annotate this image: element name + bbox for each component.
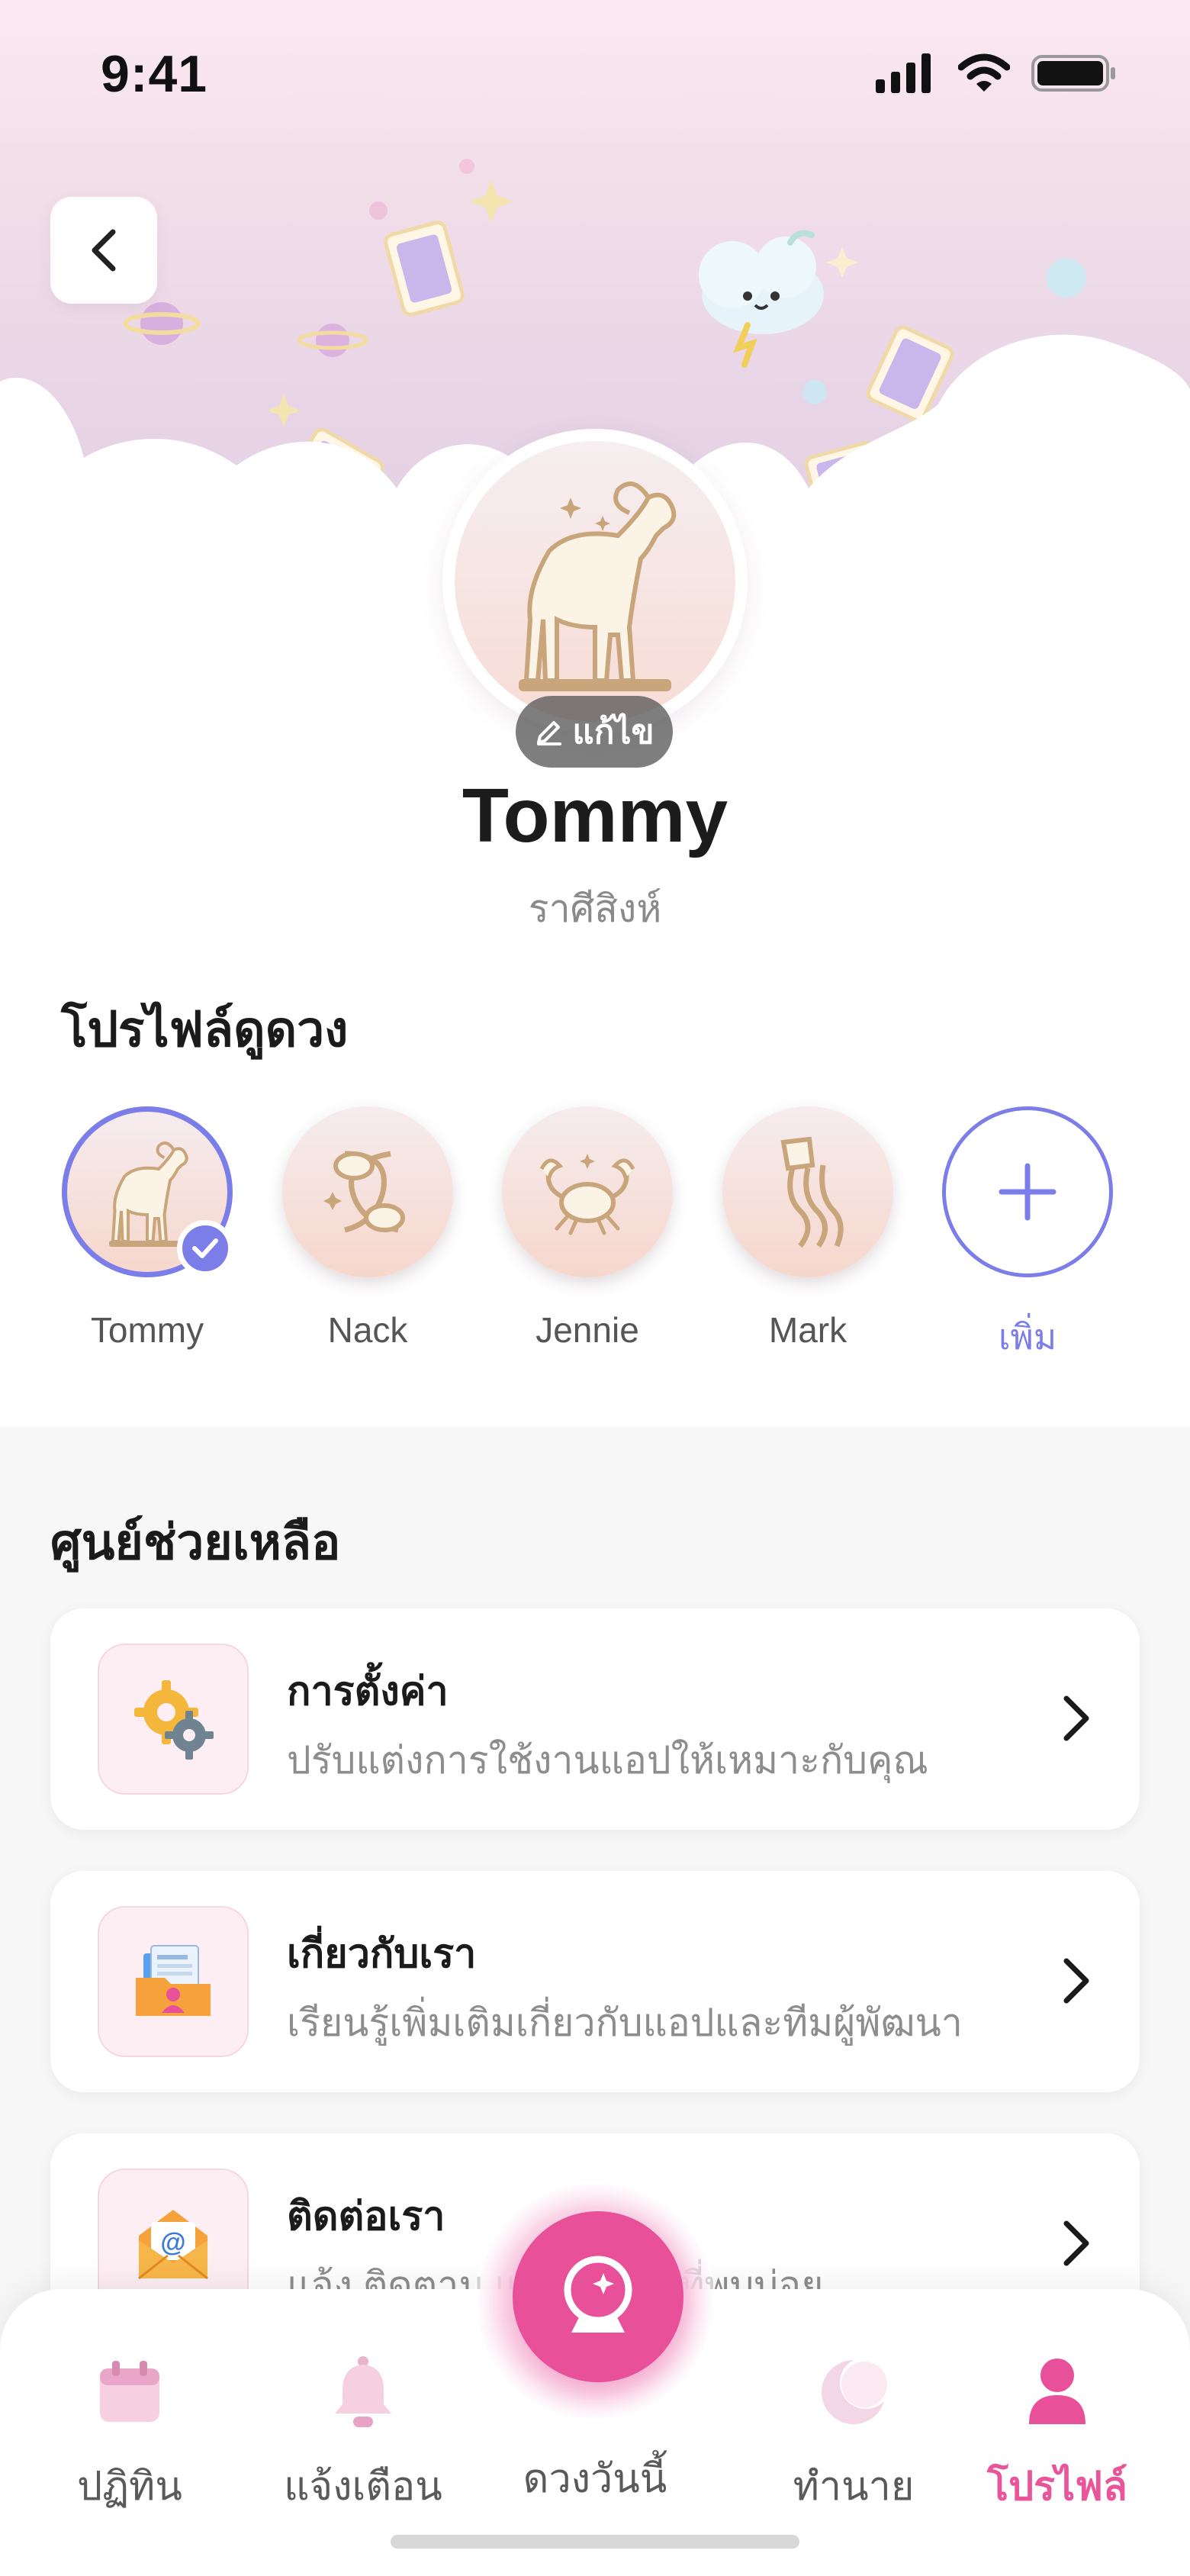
nav-label: โปรไฟล์ [987,2465,1127,2509]
help-item-description: ปรับแต่งการใช้งานแอปให้เหมาะกับคุณ [287,1739,928,1782]
status-time: 9:41 [101,45,208,103]
profile-chip-avatar [722,1106,893,1277]
profile-chip-label: Tommy [90,1310,204,1350]
help-item-description: เรียนรู้เพิ่มเติมเกี่ยวกับแอปและทีมผู้พั… [287,2001,963,2044]
chevron-right-icon [1063,2220,1089,2266]
status-icons [876,53,1117,93]
person-icon [958,2350,1156,2434]
bell-icon [264,2350,462,2434]
profile-name: Tommy [462,773,728,858]
profile-chip-label: Mark [768,1310,847,1350]
profile-chip-label: Jennie [536,1310,639,1350]
profile-chip-tommy[interactable]: Tommy [60,1106,235,1351]
profile-zodiac: ราศีสิงห์ [528,887,662,930]
settings-gears-icon [98,1644,249,1795]
moon-icon [754,2350,953,2434]
help-item-title: การตั้งค่า [287,1670,449,1714]
battery-icon [1031,55,1115,92]
help-item-settings[interactable]: การตั้งค่า ปรับแต่งการใช้งานแอปให้เหมาะก… [50,1608,1140,1830]
selected-check-icon [177,1220,233,1277]
profile-chip-avatar [282,1106,453,1277]
cancer-crab-icon [539,1154,635,1235]
nav-label: ทำนาย [793,2465,915,2509]
profile-header: 9:41 แก้ไข Tommy ราศีสิงห์ โปรไฟล์ดูดวง … [0,0,1190,1427]
profile-chip-avatar [502,1106,673,1277]
fortune-profiles-list: Tommy Nack Jennie Mark เพิ่ม [60,1106,1143,1366]
fortune-profiles-title: โปรไฟล์ดูดวง [61,1002,349,1057]
profile-chip-nack[interactable]: Nack [280,1106,455,1351]
help-center-title: ศูนย์ช่วยเหลือ [50,1515,341,1570]
aries-goat-icon [519,481,677,691]
nav-notifications[interactable]: แจ้งเตือน [264,2350,462,2517]
back-button[interactable] [50,197,157,304]
add-profile-label: เพิ่ม [998,1317,1057,1357]
nav-profile[interactable]: โปรไฟล์ [958,2350,1156,2517]
avatar-image [455,441,735,722]
edit-avatar-button[interactable]: แก้ไข [516,696,673,768]
chevron-right-icon [1063,1958,1089,2004]
avatar[interactable] [442,429,748,734]
chevron-right-icon [1063,1695,1089,1741]
nav-label: แจ้งเตือน [284,2465,442,2509]
svg-text:@: @ [160,2228,185,2257]
help-item-title: ติดต่อเรา [287,2194,445,2239]
profile-chip-label: Nack [327,1310,408,1350]
help-item-about[interactable]: เกี่ยวกับเรา เรียนรู้เพิ่มเติมเกี่ยวกับแ… [50,1871,1140,2092]
edit-label: แก้ไข [572,713,654,751]
profile-chip-jennie[interactable]: Jennie [500,1106,675,1351]
home-indicator [391,2535,799,2549]
about-folder-icon [98,1906,249,2057]
pisces-fish-icon [323,1151,405,1233]
wifi-icon [958,53,1010,92]
crystal-ball-icon [564,2256,632,2333]
nav-label-daily[interactable]: ดวงวันนี้ [488,2446,702,2510]
cellular-signal-icon [876,53,931,93]
profile-chip-mark[interactable]: Mark [720,1106,896,1351]
add-profile-button[interactable]: เพิ่ม [940,1106,1115,1365]
nav-predict[interactable]: ทำนาย [754,2350,953,2517]
plus-icon [999,1163,1057,1221]
chevron-left-icon [92,229,116,272]
daily-horoscope-button[interactable] [513,2211,683,2382]
profile-chip-avatar [62,1106,233,1277]
calendar-icon [31,2350,229,2434]
status-bar: 9:41 [0,0,1190,153]
aquarius-water-bearer-icon [780,1136,844,1248]
add-profile-circle [942,1106,1113,1277]
help-item-title: เกี่ยวกับเรา [287,1932,477,1976]
nav-label: ปฏิทิน [77,2465,182,2509]
nav-calendar[interactable]: ปฏิทิน [31,2350,229,2517]
pencil-icon [537,721,562,745]
